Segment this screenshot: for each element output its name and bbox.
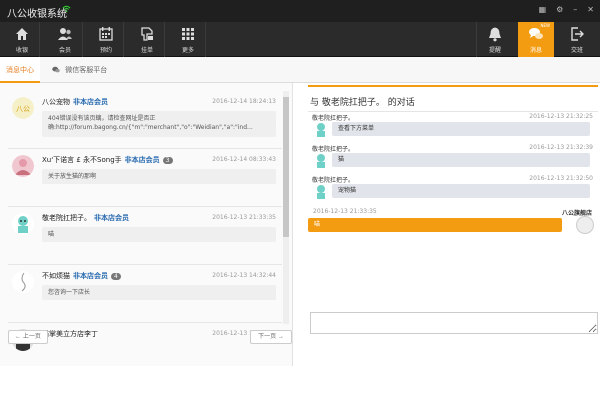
calendar-icon [99, 27, 113, 41]
unread-count-badge: 3 [162, 157, 173, 164]
message-time: 2016-12-13 21:32:50 [529, 175, 593, 182]
tab-label: 微信客服平台 [65, 66, 108, 74]
toolbar-cashier-button[interactable]: 收银 [4, 22, 40, 57]
conversation-item[interactable]: 猫掌美立方店李丁 2016-12-13 14:13:23 [8, 323, 282, 381]
conversation-preview: 404错误没有该页螭，请检查网址是否正确:http://forum.bagong… [42, 111, 276, 137]
divider [308, 111, 598, 112]
message-bubble: 喵 [308, 218, 562, 232]
toolbar-reminder-button[interactable]: 提醒 [476, 22, 512, 57]
toolbar-more-button[interactable]: 更多 [170, 22, 206, 57]
wechat-icon [52, 66, 60, 73]
conversation-name: 猫掌美立方店李丁 [42, 329, 98, 339]
toolbar-label: 提醒 [488, 47, 501, 54]
toolbar-label: 收银 [15, 47, 28, 54]
conversation-time: 2016-12-14 08:33:43 [212, 156, 276, 163]
conversation-panel: 八公 八公宠物 非本店会员 2016-12-14 18:24:13 404错误没有… [0, 83, 293, 366]
unread-count-badge: 4 [111, 273, 121, 280]
avatar [317, 154, 325, 168]
prev-page-button[interactable]: ← 上一页 [8, 330, 48, 344]
conversation-name: 八公宠物 非本店会员 [42, 97, 108, 107]
tab-wechat-service[interactable]: 微信客服平台 [46, 57, 113, 83]
message-sender: 敬老院扛把子。 [312, 146, 355, 153]
toolbar-label: 消息 [529, 47, 542, 54]
conversation-name: 不如烦猫 非本店会员 4 [42, 271, 121, 281]
minimize-icon[interactable]: – [573, 5, 577, 14]
conversation-item[interactable]: 不如烦猫 非本店会员 4 2016-12-13 14:32:44 您咨询一下店长 [8, 265, 282, 323]
message-bubble: 猫 [332, 153, 590, 167]
conversation-name: 敬老院扛把子。 非本店会员 [42, 213, 129, 223]
conversation-preview: 您咨询一下店长 [42, 285, 276, 300]
message-sender: 敬老院扛把子。 [312, 177, 355, 184]
svg-text:八公: 八公 [16, 105, 30, 113]
next-page-button[interactable]: 下一页 → [250, 330, 292, 344]
message-time: 2016-12-13 21:32:25 [529, 113, 593, 120]
conversation-item[interactable]: Xu'下诺言 £ 永不Song手 非本店会员 3 2016-12-14 08:33:… [8, 149, 282, 207]
conversation-list: 八公 八公宠物 非本店会员 2016-12-14 18:24:13 404错误没有… [8, 91, 282, 401]
grid-menu-icon[interactable]: ▦ [539, 5, 547, 14]
tab-bar: 消息中心 微信客服平台 [0, 57, 600, 83]
chat-bubbles-icon [529, 28, 543, 39]
toolbar-label: 预约 [99, 47, 112, 54]
message-bubble: 宠物猫 [332, 184, 590, 198]
title-bar: 八公收银系统 ▦ ⚙ – ✕ [0, 0, 600, 22]
contact-name: 不如烦猫 [42, 272, 70, 280]
message-time: 2016-12-13 21:32:39 [529, 144, 593, 151]
members-icon [58, 28, 72, 40]
toolbar-booking-button[interactable]: 预约 [88, 22, 124, 57]
conversation-item[interactable]: 八公 八公宠物 非本店会员 2016-12-14 18:24:13 404错误没有… [8, 91, 282, 149]
toolbar-members-button[interactable]: 会员 [47, 22, 83, 57]
avatar [12, 155, 34, 177]
toolbar-label: 会员 [58, 47, 71, 54]
conversation-name: Xu'下诺言 £ 永不Song手 非本店会员 3 [42, 155, 173, 165]
message-time: 2016-12-13 21:33:35 [313, 208, 377, 215]
close-icon[interactable]: ✕ [587, 5, 594, 14]
list-scrollbar[interactable] [283, 91, 289, 324]
member-tag: 非本店会员 [94, 214, 129, 222]
toolbar-messages-button[interactable]: NEW 消息 [518, 22, 554, 57]
toolbar-label: 更多 [181, 47, 194, 54]
settings-icon[interactable]: ⚙ [556, 5, 563, 14]
member-tag: 非本店会员 [73, 272, 108, 280]
message-bubble: 查看下方菜单 [332, 122, 590, 136]
app-title: 八公收银系统 [7, 9, 67, 20]
conversation-time: 2016-12-14 18:24:13 [212, 98, 276, 105]
conversation-time: 2016-12-13 21:33:35 [212, 214, 276, 221]
message-sender: 敬老院扛把子。 [312, 115, 355, 122]
toolbar-hang-order-button[interactable]: 挂单 [129, 22, 165, 57]
main-toolbar: 收银 会员 预约 挂单 更多 提醒 NEW 消息 交班 [0, 22, 600, 57]
tab-message-center[interactable]: 消息中心 [0, 57, 40, 83]
tab-label: 消息中心 [6, 66, 34, 74]
logout-icon [571, 27, 584, 41]
bell-icon [489, 27, 501, 42]
toolbar-label: 挂单 [140, 47, 153, 54]
toolbar-label: 交班 [570, 47, 583, 54]
avatar: 八公 [12, 97, 34, 119]
avatar [576, 216, 594, 234]
member-tag: 非本店会员 [73, 98, 108, 106]
conversation-preview: 关于放生猫的那啊 [42, 169, 276, 184]
avatar [12, 271, 34, 293]
chat-input[interactable] [310, 312, 598, 334]
avatar [317, 185, 325, 199]
contact-name: 猫掌美立方店李丁 [42, 330, 98, 338]
wifi-icon [62, 5, 71, 13]
scrollbar-thumb[interactable] [283, 97, 289, 237]
chat-title: 与 敬老院扛把子。 的对话 [308, 85, 598, 109]
avatar [317, 123, 325, 137]
toolbar-shift-change-button[interactable]: 交班 [559, 22, 595, 57]
contact-name: Xu'下诺言 £ 永不Song手 [42, 156, 122, 164]
contact-name: 敬老院扛把子。 [42, 214, 91, 222]
chat-panel: 与 敬老院扛把子。 的对话 敬老院扛把子。 2016-12-13 21:32:2… [300, 83, 600, 366]
conversation-preview: 喵 [42, 227, 276, 242]
hand-order-icon [141, 27, 153, 41]
home-icon [16, 28, 28, 40]
conversation-time: 2016-12-13 14:32:44 [212, 272, 276, 279]
grid-icon [182, 28, 194, 40]
avatar [12, 213, 34, 235]
contact-name: 八公宠物 [42, 98, 70, 106]
conversation-item[interactable]: 敬老院扛把子。 非本店会员 2016-12-13 21:33:35 喵 [8, 207, 282, 265]
member-tag: 非本店会员 [124, 156, 160, 164]
